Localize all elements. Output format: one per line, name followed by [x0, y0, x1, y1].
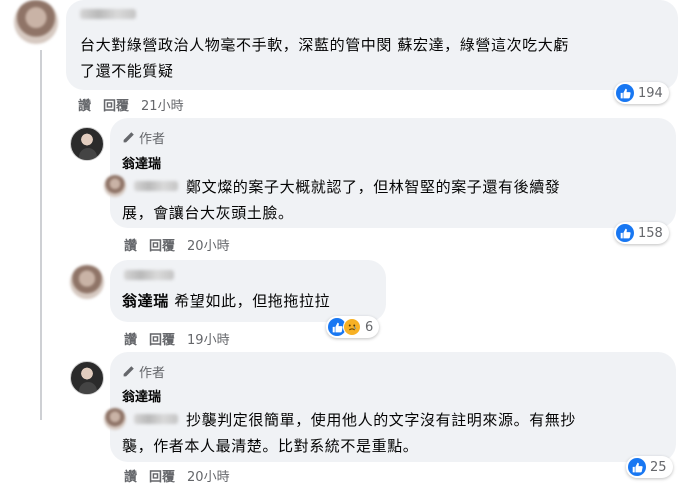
comment-text-line-2: 了還不能質疑 — [80, 62, 174, 80]
like-icon — [616, 224, 634, 242]
reply-text: 翁達瑞 希望如此，但拖拖拉拉 — [122, 290, 330, 312]
reaction-count: 194 — [638, 85, 663, 101]
reply-actions: 讚 回覆 19小時 — [124, 329, 230, 348]
mentioned-user-avatar[interactable] — [104, 175, 126, 197]
mentioned-user-name-blurred[interactable] — [134, 414, 178, 424]
like-button[interactable]: 讚 — [78, 95, 91, 114]
reply-actions: 讚 回覆 20小時 — [124, 466, 230, 485]
commenter-avatar[interactable] — [70, 265, 104, 299]
reply-button[interactable]: 回覆 — [149, 235, 175, 254]
timestamp[interactable]: 20小時 — [187, 466, 230, 485]
commenter-name-blurred[interactable] — [124, 270, 174, 280]
reply-text-line-1: 抄襲判定很簡單，使用他人的文字沒有註明來源。有無抄 — [186, 411, 577, 429]
reply-text-line-2: 展，會讓台大灰頭土臉。 — [122, 204, 294, 222]
pencil-icon — [123, 366, 134, 377]
timestamp[interactable]: 21小時 — [141, 95, 184, 114]
like-button[interactable]: 讚 — [124, 235, 137, 254]
author-name[interactable]: 翁達瑞 — [122, 153, 161, 172]
reply-button[interactable]: 回覆 — [149, 329, 175, 348]
commenter-avatar[interactable] — [14, 0, 58, 44]
like-button[interactable]: 讚 — [124, 329, 137, 348]
comment-thread: 台大對綠營政治人物毫不手軟，深藍的管中閔 蘇宏達，綠營這次吃大虧 了還不能質疑 … — [0, 0, 689, 485]
reply-text-line-2: 襲，作者本人最清楚。比對系統不是重點。 — [122, 437, 419, 455]
reply-button[interactable]: 回覆 — [103, 95, 129, 114]
author-badge: 作者 — [122, 128, 165, 147]
timestamp[interactable]: 19小時 — [187, 329, 230, 348]
reaction-count: 25 — [650, 459, 667, 475]
reply-actions: 讚 回覆 20小時 — [124, 235, 230, 254]
reaction-summary[interactable]: 194 — [614, 82, 669, 104]
sad-face-icon — [343, 318, 361, 336]
timestamp[interactable]: 20小時 — [187, 235, 230, 254]
reply-button[interactable]: 回覆 — [149, 466, 175, 485]
like-icon — [616, 84, 634, 102]
reaction-summary[interactable]: 158 — [614, 222, 669, 244]
author-name[interactable]: 翁達瑞 — [122, 386, 161, 405]
mention-tag[interactable]: 翁達瑞 — [122, 292, 169, 310]
reply-text-body: 希望如此，但拖拖拉拉 — [174, 292, 331, 310]
author-badge-label: 作者 — [139, 132, 166, 147]
like-icon — [628, 458, 646, 476]
thread-line — [40, 50, 42, 420]
commenter-name-blurred[interactable] — [80, 9, 136, 19]
author-avatar[interactable] — [70, 127, 104, 161]
comment-text-line-1: 台大對綠營政治人物毫不手軟，深藍的管中閔 蘇宏達，綠營這次吃大虧 — [80, 36, 569, 54]
reaction-count: 158 — [638, 225, 663, 241]
author-badge: 作者 — [122, 362, 165, 381]
reply-text-line-1: 鄭文燦的案子大概就認了，但林智堅的案子還有後續發 — [186, 178, 561, 196]
comment-actions: 讚 回覆 21小時 — [78, 95, 184, 114]
author-badge-label: 作者 — [139, 366, 166, 381]
reaction-summary[interactable]: 6 — [326, 316, 380, 338]
mentioned-user-avatar[interactable] — [104, 408, 126, 430]
reaction-summary[interactable]: 25 — [626, 456, 673, 478]
like-button[interactable]: 讚 — [124, 466, 137, 485]
author-avatar[interactable] — [70, 361, 104, 395]
mentioned-user-name-blurred[interactable] — [134, 181, 178, 191]
reaction-count: 6 — [365, 319, 374, 335]
pencil-icon — [123, 132, 134, 143]
